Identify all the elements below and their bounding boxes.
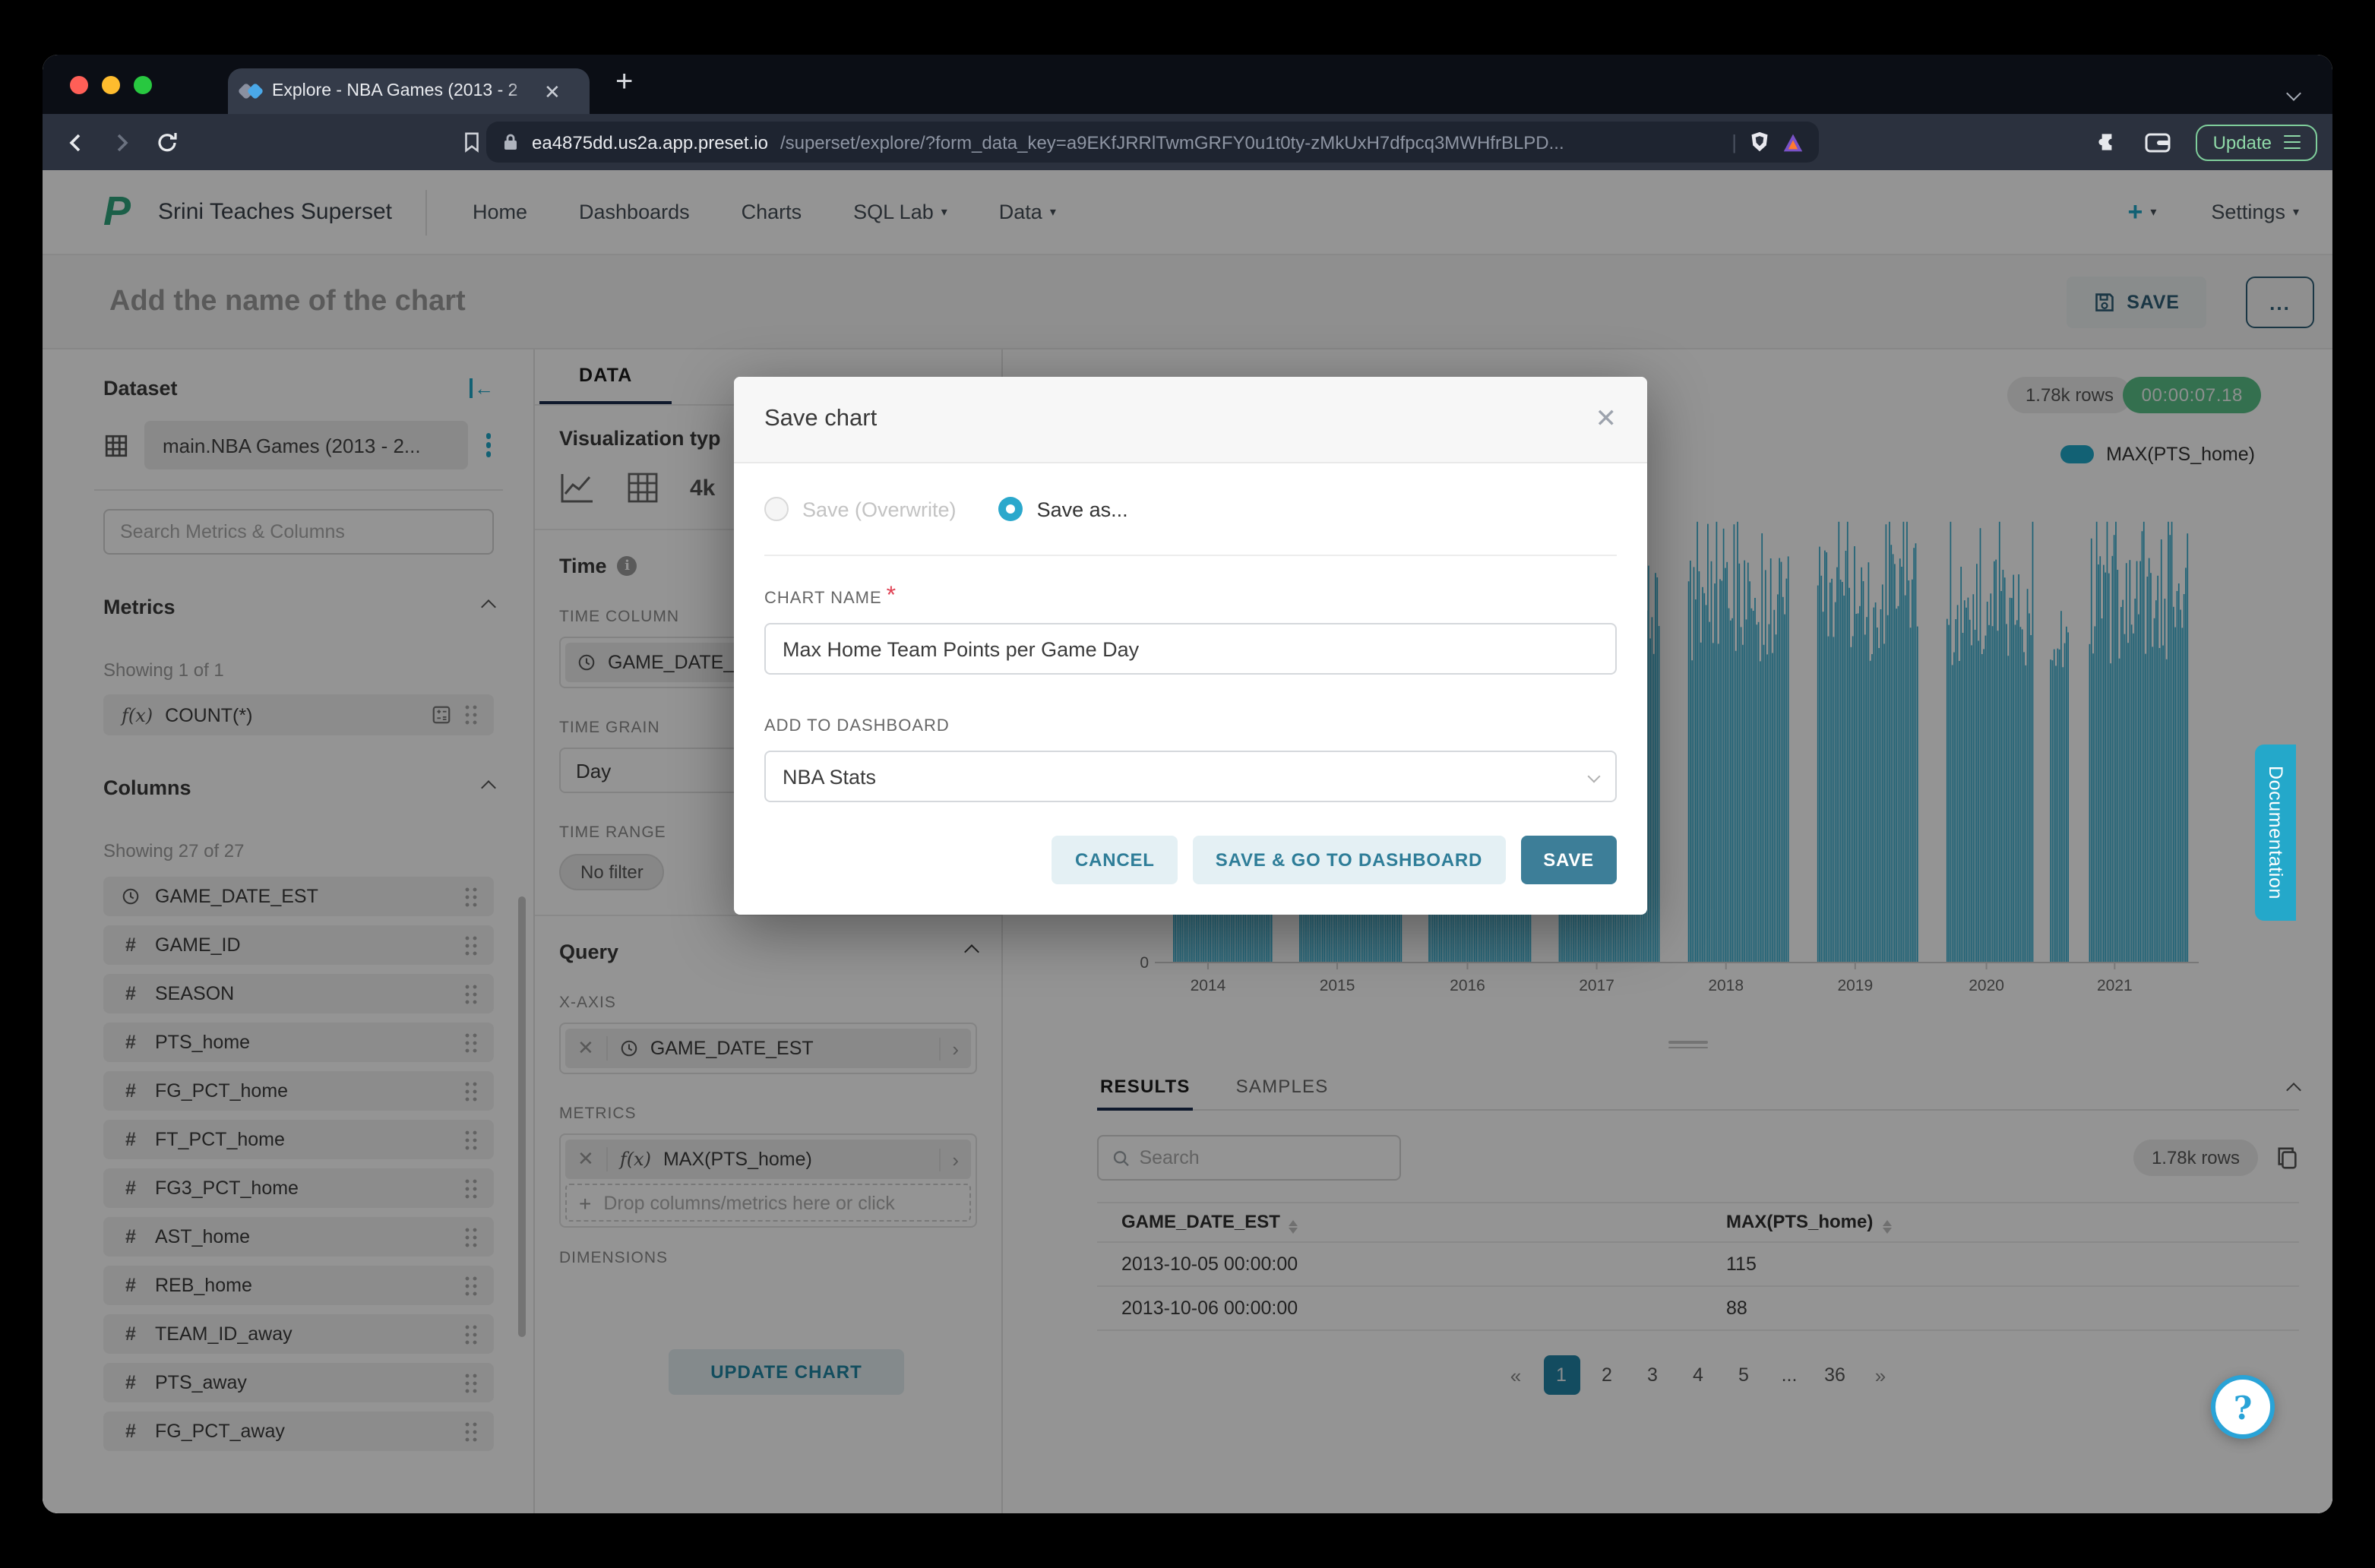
browser-toolbar: ea4875dd.us2a.app.preset.io/superset/exp… <box>43 114 2332 170</box>
browser-window: Explore - NBA Games (2013 - 2 ✕ + ea4875 <box>43 55 2332 1513</box>
chart-name-input[interactable] <box>764 623 1617 675</box>
tab-search-chevron-icon[interactable] <box>2288 79 2299 106</box>
help-button[interactable]: ? <box>2211 1375 2275 1439</box>
modal-close-icon[interactable]: ✕ <box>1595 404 1618 435</box>
browser-menu-icon <box>2284 134 2301 150</box>
modal-title: Save chart <box>764 406 877 433</box>
address-bar[interactable]: ea4875dd.us2a.app.preset.io/superset/exp… <box>486 122 1819 163</box>
modal-save-button[interactable]: SAVE <box>1520 836 1617 884</box>
save-chart-modal: Save chart ✕ Save (Overwrite) Save as... <box>734 377 1647 915</box>
screenshot-stage: Explore - NBA Games (2013 - 2 ✕ + ea4875 <box>0 0 2375 1568</box>
back-button[interactable] <box>64 130 88 154</box>
radio-save-as[interactable]: Save as... <box>999 497 1128 521</box>
radio-save-overwrite[interactable]: Save (Overwrite) <box>764 497 957 521</box>
tab-favicon-icon <box>240 81 261 102</box>
required-asterisk: * <box>887 583 896 609</box>
wallet-icon[interactable] <box>2145 130 2172 154</box>
url-path: /superset/explore/?form_data_key=a9EKfJR… <box>780 131 1719 153</box>
dashboard-select-value: NBA Stats <box>783 765 876 788</box>
superset-page: P Srini Teaches Superset HomeDashboardsC… <box>43 170 2332 1513</box>
browser-tab-strip: Explore - NBA Games (2013 - 2 ✕ + <box>43 55 2332 114</box>
forward-button[interactable] <box>109 130 134 154</box>
dashboard-select[interactable]: NBA Stats <box>764 751 1617 802</box>
chart-name-label: CHART NAME <box>764 590 882 608</box>
fullscreen-window-icon[interactable] <box>134 76 152 94</box>
brave-update-button[interactable]: Update <box>2196 124 2317 160</box>
brave-shields-icon[interactable] <box>1749 131 1770 153</box>
close-window-icon[interactable] <box>70 76 88 94</box>
radio-off-icon <box>764 497 789 521</box>
cancel-button[interactable]: CANCEL <box>1052 836 1178 884</box>
save-mode-radios: Save (Overwrite) Save as... <box>764 497 1617 521</box>
macos-window-controls[interactable] <box>70 76 152 94</box>
tab-close-icon[interactable]: ✕ <box>544 81 561 101</box>
reload-button[interactable] <box>155 130 179 154</box>
radio-on-icon <box>999 497 1023 521</box>
save-go-dashboard-button[interactable]: SAVE & GO TO DASHBOARD <box>1193 836 1505 884</box>
url-divider: | <box>1731 131 1737 153</box>
bookmark-icon[interactable] <box>460 131 483 153</box>
extension-triangle-icon[interactable] <box>1782 131 1804 153</box>
browser-tab[interactable]: Explore - NBA Games (2013 - 2 ✕ <box>228 68 590 114</box>
minimize-window-icon[interactable] <box>102 76 120 94</box>
chevron-down-icon <box>1588 770 1601 783</box>
toolbar-right-cluster: Update <box>2095 124 2317 160</box>
new-tab-button[interactable]: + <box>615 65 633 100</box>
update-label: Update <box>2213 131 2272 153</box>
lock-icon <box>501 132 520 152</box>
url-host: ea4875dd.us2a.app.preset.io <box>532 131 768 153</box>
tab-title: Explore - NBA Games (2013 - 2 <box>272 82 533 100</box>
extensions-puzzle-icon[interactable] <box>2095 129 2120 155</box>
add-to-dashboard-label: ADD TO DASHBOARD <box>764 717 950 735</box>
documentation-side-tab[interactable]: Documentation <box>2255 744 2296 921</box>
